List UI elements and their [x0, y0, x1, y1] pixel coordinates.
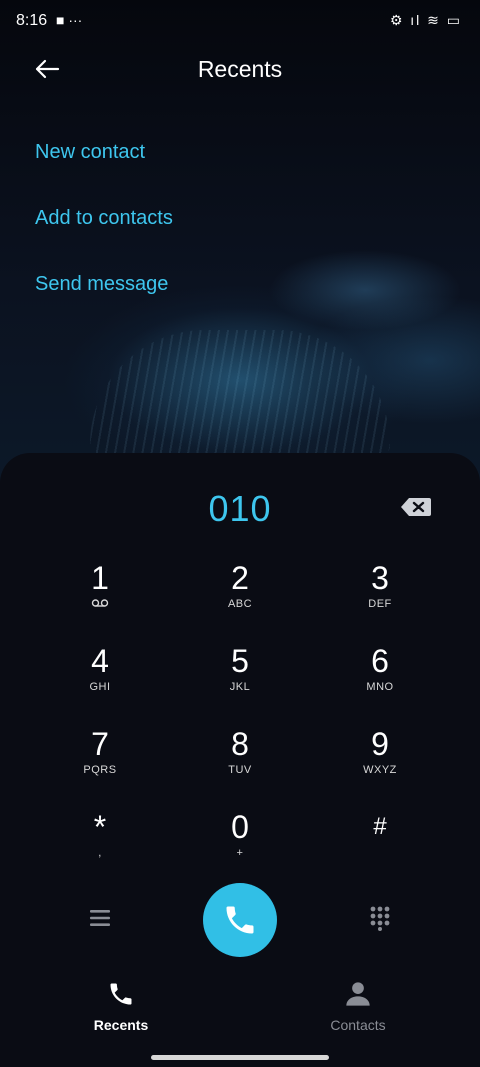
system-status-icons: ⚙ ıl ≋ ▭	[389, 12, 462, 28]
key-digit: 7	[91, 726, 109, 762]
key-9[interactable]: 9 WXYZ	[320, 726, 440, 796]
menu-icon	[90, 910, 110, 926]
nav-recents[interactable]: Recents	[61, 980, 181, 1033]
jellyfish-texture	[90, 330, 390, 460]
key-digit: 5	[231, 643, 249, 679]
key-digit: 8	[231, 726, 249, 762]
key-digit: 3	[371, 560, 389, 596]
key-6[interactable]: 6 MNO	[320, 643, 440, 713]
key-digit: *	[93, 809, 107, 845]
key-7[interactable]: 7 PQRS	[40, 726, 160, 796]
new-contact-link[interactable]: New contact	[35, 141, 145, 164]
send-message-link[interactable]: Send message	[35, 273, 168, 296]
key-0[interactable]: 0 +	[180, 809, 300, 879]
key-letters: +	[236, 847, 244, 859]
backspace-button[interactable]	[399, 496, 433, 518]
key-1[interactable]: 1	[40, 560, 160, 630]
key-letters: WXYZ	[363, 764, 397, 776]
key-digit: 2	[231, 560, 249, 596]
status-bar: 8:16 ■ ··· ⚙ ıl ≋ ▭	[0, 0, 480, 40]
key-letters: ABC	[227, 598, 253, 610]
key-digit: 6	[371, 643, 389, 679]
nav-contacts-label: Contacts	[330, 1017, 386, 1033]
key-letters: MNO	[366, 681, 394, 693]
key-3[interactable]: 3 DEF	[320, 560, 440, 630]
notification-icons: ■ ···	[56, 12, 83, 28]
key-5[interactable]: 5 JKL	[180, 643, 300, 713]
key-hash[interactable]: #	[320, 809, 440, 879]
key-letters: PQRS	[83, 764, 117, 776]
add-to-contacts-link[interactable]: Add to contacts	[35, 207, 173, 230]
home-indicator[interactable]	[151, 1055, 329, 1060]
keypad-icon	[370, 906, 390, 931]
keypad-toggle-button[interactable]	[369, 905, 391, 936]
key-2[interactable]: 2 ABC	[180, 560, 300, 630]
phone-icon	[226, 906, 254, 934]
nav-recents-label: Recents	[93, 1017, 149, 1033]
key-4[interactable]: 4 GHI	[40, 643, 160, 713]
key-star[interactable]: * ,	[40, 809, 160, 879]
key-digit: #	[373, 813, 387, 840]
key-8[interactable]: 8 TUV	[180, 726, 300, 796]
key-letters: DEF	[368, 598, 392, 610]
voicemail-icon	[40, 598, 160, 611]
key-digit: 4	[91, 643, 109, 679]
nav-contacts[interactable]: Contacts	[298, 980, 418, 1033]
person-icon	[346, 982, 370, 1006]
key-letters: GHI	[89, 681, 111, 693]
phone-icon	[110, 983, 132, 1005]
key-letters: ,	[98, 847, 102, 859]
key-digit: 9	[371, 726, 389, 762]
key-digit: 0	[231, 809, 249, 845]
key-digit: 1	[91, 560, 109, 596]
backspace-icon	[401, 498, 431, 516]
call-button[interactable]	[203, 883, 277, 957]
key-letters: TUV	[228, 764, 252, 776]
page-title: Recents	[197, 56, 283, 82]
menu-button[interactable]	[88, 906, 112, 935]
status-time: 8:16	[16, 12, 48, 29]
key-letters: JKL	[229, 681, 251, 693]
